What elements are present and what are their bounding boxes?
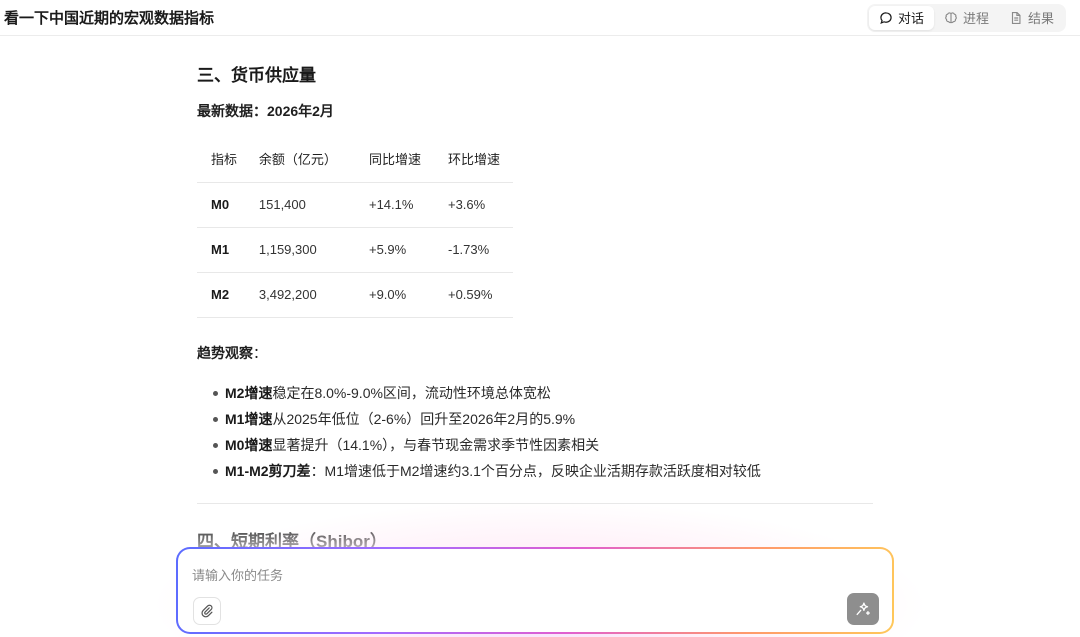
trend-term: M1增速 xyxy=(225,411,273,427)
table-cell: 1,159,300 xyxy=(244,227,355,273)
send-button[interactable] xyxy=(847,593,879,625)
trend-list: M2增速稳定在8.0%-9.0%区间，流动性环境总体宽松 M1增速从2025年低… xyxy=(197,380,873,484)
task-composer xyxy=(176,547,894,634)
tab-chat[interactable]: 对话 xyxy=(868,5,934,30)
tab-results[interactable]: 结果 xyxy=(999,6,1064,30)
tab-progress[interactable]: 进程 xyxy=(934,6,999,30)
table-header-row: 指标 余额（亿元） 同比增速 环比增速 xyxy=(197,136,513,183)
attach-button[interactable] xyxy=(193,597,221,625)
trend-heading: 趋势观察： xyxy=(197,343,267,363)
latest-data-label: 最新数据：2026年2月 xyxy=(197,103,334,119)
table-cell: +14.1% xyxy=(354,182,434,228)
table-row: M1 1,159,300 +5.9% -1.73% xyxy=(197,227,513,273)
section-divider xyxy=(197,503,873,504)
paperclip-icon xyxy=(201,604,213,618)
table-cell: -1.73% xyxy=(433,227,513,273)
trend-term: M1-M2剪刀差 xyxy=(225,463,311,479)
table-row: M0 151,400 +14.1% +3.6% xyxy=(197,182,513,228)
conversation-title: 看一下中国近期的宏观数据指标 xyxy=(4,10,215,27)
trend-term: M2增速 xyxy=(225,385,273,401)
trend-text: ：M1增速低于M2增速约3.1个百分点，反映企业活期存款活跃度相对较低 xyxy=(310,463,761,479)
trend-text: 稳定在8.0%-9.0%区间，流动性环境总体宽松 xyxy=(272,385,551,401)
tab-results-label: 结果 xyxy=(1027,11,1054,26)
column-header: 余额（亿元） xyxy=(244,136,355,183)
list-item: M0增速显著提升（14.1%），与春节现金需求季节性因素相关 xyxy=(197,432,873,458)
trend-heading-text: 趋势观察 xyxy=(197,345,253,361)
money-supply-table: 指标 余额（亿元） 同比增速 环比增速 M0 151,400 +14.1% +3… xyxy=(197,136,513,318)
trend-text: 显著提升（14.1%），与春节现金需求季节性因素相关 xyxy=(272,437,600,453)
chat-bubble-icon xyxy=(880,11,892,24)
sparkle-send-icon xyxy=(856,602,870,616)
table-cell: +0.59% xyxy=(433,272,513,318)
tab-progress-label: 进程 xyxy=(962,11,989,26)
app-root: 看一下中国近期的宏观数据指标 对话 进程 结果 三、货币供应量 最新数据：202… xyxy=(0,0,1080,637)
table-cell: M2 xyxy=(197,272,245,318)
tab-chat-label: 对话 xyxy=(897,11,924,26)
section-heading-money-supply: 三、货币供应量 xyxy=(197,66,316,85)
document-icon xyxy=(1011,11,1021,24)
list-item: M2增速稳定在8.0%-9.0%区间，流动性环境总体宽松 xyxy=(197,380,873,406)
list-item: M1增速从2025年低位（2-6%）回升至2026年2月的5.9% xyxy=(197,406,873,432)
brain-icon xyxy=(945,11,957,23)
top-bar: 看一下中国近期的宏观数据指标 对话 进程 结果 xyxy=(0,0,1080,36)
table-row: M2 3,492,200 +9.0% +0.59% xyxy=(197,272,513,318)
trend-heading-colon: ： xyxy=(253,345,267,361)
trend-text: 从2025年低位（2-6%）回升至2026年2月的5.9% xyxy=(272,411,576,427)
table-cell: +9.0% xyxy=(354,272,434,318)
task-input[interactable] xyxy=(192,565,852,587)
composer-box xyxy=(178,549,892,632)
trend-term: M0增速 xyxy=(225,437,273,453)
table-cell: M1 xyxy=(197,227,245,273)
column-header: 环比增速 xyxy=(433,136,513,183)
table-cell: +3.6% xyxy=(433,182,513,228)
table-cell: 151,400 xyxy=(244,182,355,228)
table-cell: M0 xyxy=(197,182,245,228)
table-cell: 3,492,200 xyxy=(244,272,355,318)
table-cell: +5.9% xyxy=(354,227,434,273)
view-tabs: 对话 进程 结果 xyxy=(866,3,1066,32)
column-header: 同比增速 xyxy=(354,136,434,183)
column-header: 指标 xyxy=(197,136,245,183)
list-item: M1-M2剪刀差：M1增速低于M2增速约3.1个百分点，反映企业活期存款活跃度相… xyxy=(197,458,873,484)
